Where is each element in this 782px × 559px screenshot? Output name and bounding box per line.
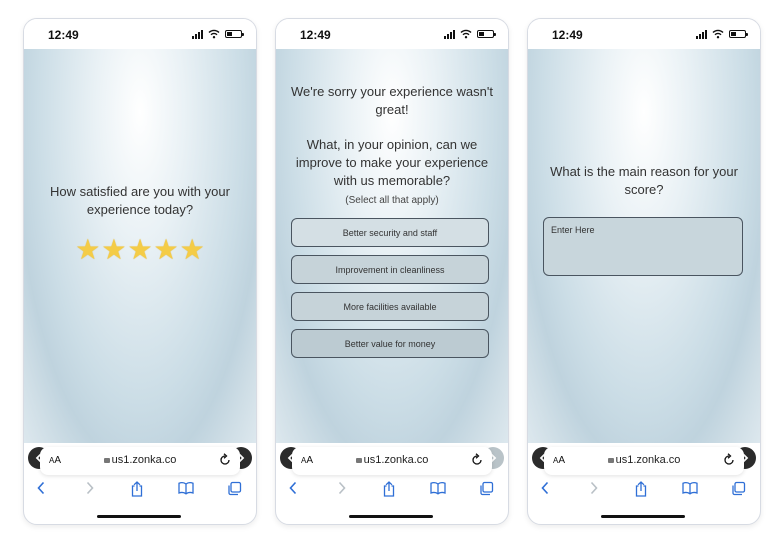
back-icon[interactable]: [540, 481, 550, 495]
option-value-for-money[interactable]: Better value for money: [291, 329, 489, 358]
bookmarks-icon[interactable]: [430, 481, 446, 495]
lock-icon: [355, 458, 362, 463]
share-icon[interactable]: [130, 481, 144, 497]
browser-toolbar: [24, 479, 256, 499]
phone-screen-improvement: 12:49 We're sorry your experience wasn't…: [275, 18, 509, 525]
home-indicator: [349, 515, 433, 518]
survey-content: How satisfied are you with your experien…: [24, 49, 256, 469]
reload-icon[interactable]: [471, 453, 483, 466]
reason-input[interactable]: Enter Here: [543, 217, 743, 276]
survey-question: How satisfied are you with your experien…: [50, 184, 230, 217]
apology-text: We're sorry your experience wasn't great…: [291, 84, 493, 117]
share-icon[interactable]: [382, 481, 396, 497]
phone-screen-reason: 12:49 What is the main reason for your s…: [527, 18, 761, 525]
star-5[interactable]: ★: [180, 235, 205, 265]
address-bar[interactable]: AA us1.zonka.co: [292, 447, 492, 475]
star-4[interactable]: ★: [154, 235, 179, 265]
star-3[interactable]: ★: [127, 235, 152, 265]
tabs-icon[interactable]: [731, 481, 746, 496]
back-icon[interactable]: [288, 481, 298, 495]
status-bar: 12:49: [276, 19, 508, 49]
signal-icon: [696, 29, 707, 39]
back-icon[interactable]: [36, 481, 46, 495]
url-text: us1.zonka.co: [111, 454, 177, 466]
wifi-icon: [712, 29, 724, 39]
bookmarks-icon[interactable]: [178, 481, 194, 495]
survey-content: What is the main reason for your score? …: [528, 49, 760, 469]
battery-icon: [477, 30, 496, 38]
reload-icon[interactable]: [219, 453, 231, 466]
wifi-icon: [208, 29, 220, 39]
status-bar: 12:49: [24, 19, 256, 49]
status-time: 12:49: [300, 28, 331, 42]
signal-icon: [444, 29, 455, 39]
status-time: 12:49: [552, 28, 583, 42]
browser-toolbar: [276, 479, 508, 499]
status-bar: 12:49: [528, 19, 760, 49]
battery-icon: [225, 30, 244, 38]
reload-icon[interactable]: [723, 453, 735, 466]
home-indicator: [97, 515, 181, 518]
bookmarks-icon[interactable]: [682, 481, 698, 495]
option-cleanliness[interactable]: Improvement in cleanliness: [291, 255, 489, 284]
address-bar[interactable]: AA us1.zonka.co: [544, 447, 744, 475]
option-more-facilities[interactable]: More facilities available: [291, 292, 489, 321]
survey-content: We're sorry your experience wasn't great…: [276, 49, 508, 469]
url-text: us1.zonka.co: [363, 454, 429, 466]
survey-question: What, in your opinion, can we improve to…: [295, 137, 489, 188]
home-indicator: [601, 515, 685, 518]
star-2[interactable]: ★: [101, 235, 126, 265]
signal-icon: [192, 29, 203, 39]
status-time: 12:49: [48, 28, 79, 42]
battery-icon: [729, 30, 748, 38]
phone-screen-rating: 12:49 How satisfied are you with your ex…: [23, 18, 257, 525]
url-text: us1.zonka.co: [615, 454, 681, 466]
star-rating[interactable]: ★ ★ ★ ★ ★: [24, 235, 256, 265]
wifi-icon: [460, 29, 472, 39]
forward-icon[interactable]: [337, 481, 347, 495]
selection-hint: (Select all that apply): [345, 195, 439, 206]
survey-question: What is the main reason for your score?: [550, 164, 738, 197]
tabs-icon[interactable]: [227, 481, 242, 496]
lock-icon: [103, 458, 110, 463]
forward-icon[interactable]: [589, 481, 599, 495]
browser-toolbar: [528, 479, 760, 499]
lock-icon: [607, 458, 614, 463]
share-icon[interactable]: [634, 481, 648, 497]
address-bar[interactable]: AA us1.zonka.co: [40, 447, 240, 475]
tabs-icon[interactable]: [479, 481, 494, 496]
option-better-security[interactable]: Better security and staff: [291, 218, 489, 247]
forward-icon[interactable]: [85, 481, 95, 495]
star-1[interactable]: ★: [75, 235, 100, 265]
